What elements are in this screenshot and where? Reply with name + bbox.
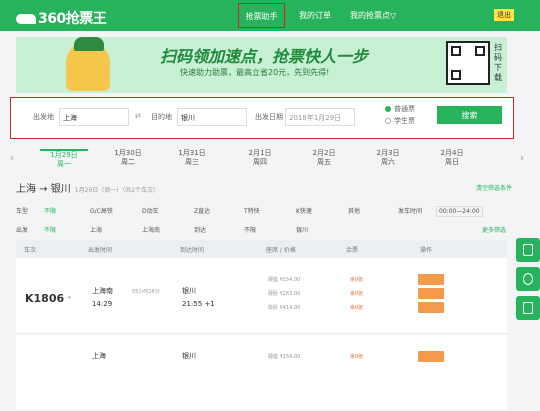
date-tab[interactable]: 1月29日 周一 (40, 149, 88, 169)
nav-my-orders[interactable]: 我的订单 (299, 10, 331, 21)
date-tab[interactable]: 2月3日 周六 (364, 149, 412, 167)
from-label: 出发地 (33, 113, 54, 121)
next-date-icon[interactable]: › (520, 153, 524, 164)
date-label: 出发日期 (255, 113, 283, 121)
phone-icon[interactable] (516, 238, 540, 262)
departure-time-select[interactable]: 00:00—24:00 (436, 206, 483, 217)
to-input[interactable]: 银川 (177, 108, 247, 126)
student-ticket-radio[interactable]: 学生票 (385, 116, 415, 126)
date-tabs: ‹ 1月29日 周一 1月30日 周二 1月31日 周三 2月1日 周四 2月2日 周五 … (0, 141, 540, 171)
chat-icon[interactable] (516, 267, 540, 291)
route-summary: 上海 → 银川 1月29日（周一）（共2个车次） (16, 184, 160, 195)
date-tab[interactable]: 1月31日 周三 (168, 149, 216, 167)
banner-subtitle: 快速助力助票，最高立省20元，先到先得! (180, 68, 330, 77)
grab-ticket-button[interactable] (418, 274, 444, 285)
banner-title: 扫码领加速点，抢票快人一步 (160, 47, 369, 66)
date-tab[interactable]: 2月1日 周四 (236, 149, 284, 167)
date-tab[interactable]: 2月2日 周五 (300, 149, 348, 167)
from-input[interactable]: 上海 (59, 108, 129, 126)
nav-ticket-helper[interactable]: 抢票助手 (238, 3, 285, 28)
normal-ticket-radio[interactable]: 普通票 (385, 104, 415, 114)
expand-chevron-icon[interactable]: ▾ (68, 295, 71, 301)
feedback-icon[interactable] (516, 296, 540, 320)
logout-button[interactable]: 退出 (494, 9, 514, 21)
promo-banner[interactable]: 扫码领加速点，抢票快人一步 快速助力助票，最高立省20元，先到先得! 扫码下载 (16, 37, 507, 93)
top-bar: 360抢票王 抢票助手 我的订单 我的抢票点▽ 退出 (0, 0, 540, 31)
to-label: 目的地 (151, 113, 172, 121)
table-row[interactable]: 上海 银川 硬座 ¥154.00 余0张 (16, 335, 507, 411)
app-logo[interactable]: 360抢票王 (16, 8, 107, 28)
swap-icon[interactable]: ⇄ (135, 112, 141, 120)
table-row[interactable]: K1806 ▾ 上海南 14:29 55小时26分 银川 21:55 +1 硬座… (16, 258, 507, 334)
grab-ticket-button[interactable] (418, 288, 444, 299)
filter-row-station: 出发 不限 上海 上海南 到达 不限 银川 更多筛选 (16, 225, 507, 234)
search-button[interactable]: 搜索 (437, 106, 502, 124)
qr-label: 扫码下载 (494, 43, 502, 82)
search-form: 出发地 上海 ⇄ 目的地 银川 出发日期 2018年1月29日 普通票 学生票 … (10, 97, 514, 139)
clear-filters-link[interactable]: 清空筛选条件 (476, 183, 512, 192)
grab-ticket-button[interactable] (418, 351, 444, 362)
grab-ticket-button[interactable] (418, 302, 444, 313)
nav-my-points[interactable]: 我的抢票点▽ (350, 10, 396, 21)
date-input[interactable]: 2018年1月29日 (285, 108, 355, 126)
qr-code-icon (446, 41, 490, 85)
prev-date-icon[interactable]: ‹ (10, 153, 14, 164)
more-filters-link[interactable]: 更多筛选 (482, 225, 506, 234)
mascot-illustration (66, 37, 110, 91)
date-tab[interactable]: 2月4日 周日 (428, 149, 476, 167)
train-number[interactable]: K1806 (25, 292, 64, 305)
logo-bird-icon (16, 14, 36, 24)
filter-row-train-type: 车型 不限 G/C高铁 D动车 Z直达 T特快 K快速 其他 发车时间 00:0… (16, 203, 507, 219)
date-tab[interactable]: 1月30日 周二 (104, 149, 152, 167)
results-table-header: 车次 出发时间 到达时间 座席 / 价格 余票 操作 (16, 240, 507, 258)
